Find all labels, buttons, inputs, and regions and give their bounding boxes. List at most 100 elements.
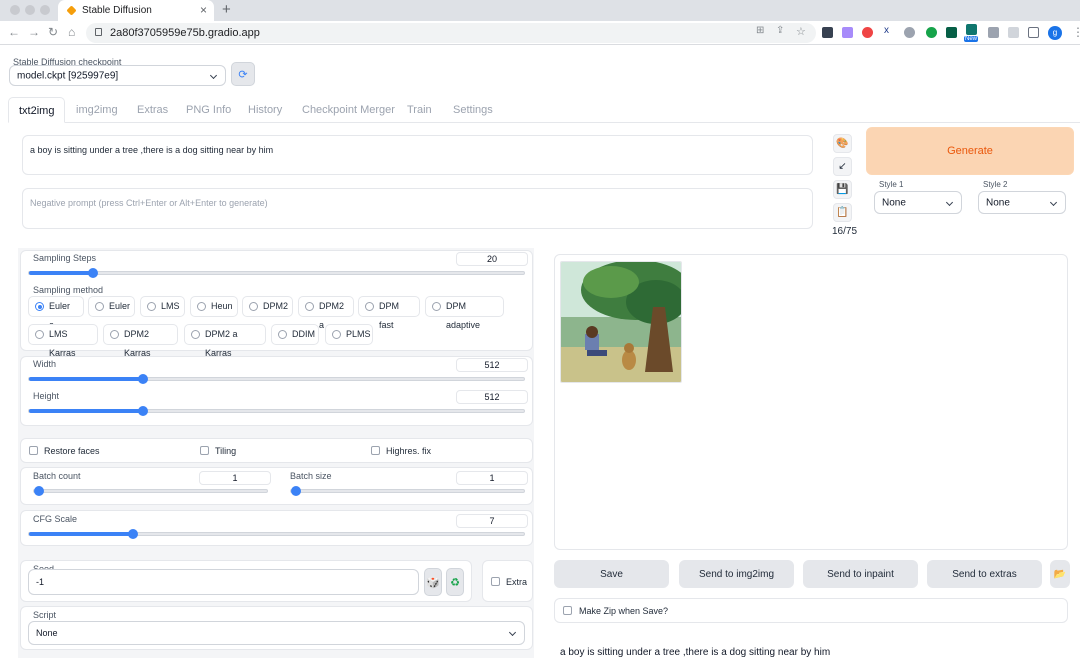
sampler-option[interactable]: DPM fast bbox=[358, 296, 420, 330]
tab-txt2img[interactable]: txt2img bbox=[8, 97, 66, 123]
slider-thumb[interactable] bbox=[127, 529, 138, 539]
tab-train[interactable]: Train bbox=[407, 97, 432, 123]
x-extension-icon[interactable]: x bbox=[884, 25, 895, 36]
cfg-scale-slider[interactable] bbox=[28, 529, 525, 539]
refresh-checkpoint-button[interactable]: ⟳ bbox=[231, 62, 255, 86]
batch-size-input[interactable]: 1 bbox=[456, 471, 528, 485]
maximize-window-icon[interactable] bbox=[40, 5, 50, 15]
reload-icon[interactable]: ↻ bbox=[48, 25, 58, 39]
style1-select[interactable]: None bbox=[874, 191, 962, 214]
new-extension-icon[interactable] bbox=[966, 24, 977, 35]
slider-thumb[interactable] bbox=[291, 486, 301, 496]
sampler-label: DPM adaptive bbox=[446, 301, 481, 330]
home-icon[interactable]: ⌂ bbox=[68, 25, 75, 39]
extensions-icon[interactable] bbox=[988, 27, 999, 38]
slider-thumb[interactable] bbox=[137, 406, 148, 416]
puzzle-extension-icon[interactable] bbox=[904, 27, 915, 38]
paste-params-button[interactable]: 🎨 bbox=[833, 134, 852, 153]
apply-style-button[interactable]: 📋 bbox=[833, 203, 852, 222]
make-zip-checkbox[interactable] bbox=[563, 606, 572, 615]
new-badge: New bbox=[964, 36, 979, 42]
send-to-img2img-button[interactable]: Send to img2img bbox=[679, 560, 794, 588]
new-tab-icon[interactable]: + bbox=[222, 1, 231, 18]
generate-button[interactable]: Generate bbox=[866, 127, 1074, 175]
reuse-seed-button[interactable]: ♻ bbox=[446, 568, 464, 596]
negative-prompt-input[interactable]: Negative prompt (press Ctrl+Enter or Alt… bbox=[22, 188, 813, 229]
sampler-option[interactable]: LMS Karras bbox=[28, 324, 98, 358]
sampler-option[interactable]: DPM2 a bbox=[298, 296, 354, 330]
pen-extension-icon[interactable] bbox=[842, 27, 853, 38]
sampler-option[interactable]: DPM2 a Karras bbox=[184, 324, 266, 358]
style1-value: None bbox=[882, 197, 906, 208]
folder-icon: 📂 bbox=[1053, 568, 1067, 580]
close-tab-icon[interactable]: × bbox=[200, 3, 207, 17]
sampler-option[interactable]: DDIM bbox=[271, 324, 319, 345]
forward-icon[interactable]: → bbox=[28, 25, 40, 39]
reading-list-icon[interactable] bbox=[1008, 27, 1019, 38]
menu-icon[interactable]: ⋮ bbox=[1072, 25, 1080, 39]
height-slider[interactable] bbox=[28, 406, 525, 416]
side-panel-icon[interactable] bbox=[1028, 27, 1039, 38]
sampling-steps-slider[interactable] bbox=[28, 268, 525, 278]
tab-extras[interactable]: Extras bbox=[137, 97, 168, 123]
sampler-option[interactable]: Euler bbox=[88, 296, 135, 317]
height-input[interactable]: 512 bbox=[456, 390, 528, 404]
batch-size-slider[interactable] bbox=[290, 486, 525, 496]
share-icon[interactable]: ⇪ bbox=[776, 25, 784, 36]
cfg-scale-input[interactable]: 7 bbox=[456, 514, 528, 528]
generated-image[interactable] bbox=[560, 261, 682, 383]
close-window-icon[interactable] bbox=[10, 5, 20, 15]
browser-tab[interactable]: Stable Diffusion × bbox=[58, 0, 214, 21]
slider-thumb[interactable] bbox=[34, 486, 44, 496]
sampler-option[interactable]: DPM2 bbox=[242, 296, 293, 317]
open-folder-button[interactable]: 📂 bbox=[1050, 560, 1070, 588]
minimize-window-icon[interactable] bbox=[25, 5, 35, 15]
sampler-option[interactable]: PLMS bbox=[325, 324, 373, 345]
qr-extension-icon[interactable] bbox=[822, 27, 833, 38]
seed-input[interactable]: -1 bbox=[28, 569, 419, 595]
sampler-option[interactable]: DPM2 Karras bbox=[103, 324, 178, 358]
tiling-checkbox[interactable] bbox=[200, 446, 209, 455]
send-to-extras-button[interactable]: Send to extras bbox=[927, 560, 1042, 588]
evernote-extension-icon[interactable] bbox=[926, 27, 937, 38]
batch-count-label: Batch count bbox=[33, 471, 81, 481]
tab-png-info[interactable]: PNG Info bbox=[186, 97, 231, 123]
save-button[interactable]: Save bbox=[554, 560, 669, 588]
width-input[interactable]: 512 bbox=[456, 358, 528, 372]
profile-avatar[interactable]: g bbox=[1048, 26, 1062, 40]
bookmark-star-icon[interactable]: ☆ bbox=[796, 25, 806, 38]
script-select[interactable]: None bbox=[28, 621, 525, 645]
color-extension-icon[interactable] bbox=[862, 27, 873, 38]
script-label: Script bbox=[33, 610, 57, 620]
batch-count-input[interactable]: 1 bbox=[199, 471, 271, 485]
save-style-button[interactable]: 💾 bbox=[833, 180, 852, 199]
sampling-steps-input[interactable]: 20 bbox=[456, 252, 528, 266]
sheet-extension-icon[interactable] bbox=[946, 27, 957, 38]
read-params-button[interactable]: ↙ bbox=[833, 157, 852, 176]
tab-settings[interactable]: Settings bbox=[453, 97, 493, 123]
highres-fix-checkbox[interactable] bbox=[371, 446, 380, 455]
address-bar[interactable]: 2a80f3705959e75b.gradio.app bbox=[86, 23, 816, 43]
send-to-inpaint-button[interactable]: Send to inpaint bbox=[803, 560, 918, 588]
tab-history[interactable]: History bbox=[248, 97, 282, 123]
slider-thumb[interactable] bbox=[137, 374, 148, 384]
extra-seed-checkbox[interactable] bbox=[491, 577, 500, 586]
prompt-input[interactable]: a boy is sitting under a tree ,there is … bbox=[22, 135, 813, 175]
chevron-down-icon bbox=[508, 628, 517, 637]
back-icon[interactable]: ← bbox=[8, 25, 20, 39]
checkpoint-select[interactable]: model.ckpt [925997e9] bbox=[9, 65, 226, 86]
main-tabs: txt2img img2img Extras PNG Info History … bbox=[8, 97, 1080, 123]
restore-faces-checkbox[interactable] bbox=[29, 446, 38, 455]
batch-count-slider[interactable] bbox=[33, 486, 268, 496]
width-slider[interactable] bbox=[28, 374, 525, 384]
tab-img2img[interactable]: img2img bbox=[76, 97, 118, 123]
sampler-option[interactable]: DPM adaptive bbox=[425, 296, 504, 330]
sampler-option[interactable]: Heun bbox=[190, 296, 238, 317]
translate-icon[interactable]: ⊞ bbox=[756, 25, 764, 36]
sampler-label: Heun bbox=[211, 301, 233, 311]
sampler-option[interactable]: LMS bbox=[140, 296, 185, 317]
tab-checkpoint-merger[interactable]: Checkpoint Merger bbox=[302, 97, 395, 123]
style2-select[interactable]: None bbox=[978, 191, 1066, 214]
random-seed-button[interactable]: 🎲 bbox=[424, 568, 442, 596]
sampler-option[interactable]: Euler a bbox=[28, 296, 84, 330]
